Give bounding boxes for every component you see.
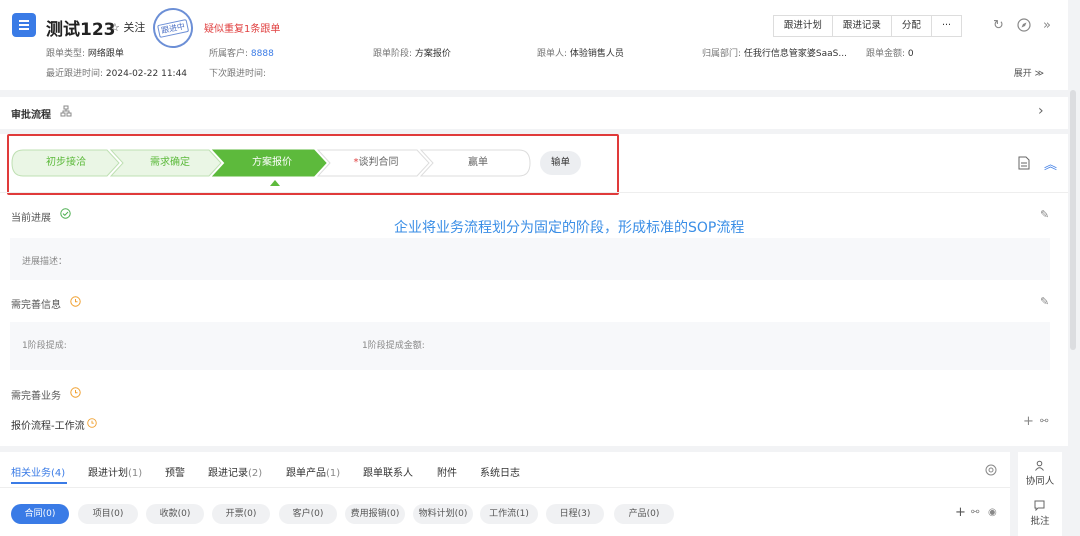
meta-stage: 跟单阶段: 方案报价 <box>373 49 451 59</box>
scrollbar[interactable] <box>1070 90 1076 350</box>
customer-link[interactable]: 8888 <box>251 49 274 59</box>
tab-related-business[interactable]: 相关业务(4) <box>11 464 65 479</box>
divider <box>0 487 1010 488</box>
approval-section[interactable]: 审批流程 › <box>0 97 1068 129</box>
divider <box>0 192 1068 193</box>
meta-amount: 跟单金额: 0 <box>866 49 914 59</box>
refresh-icon[interactable]: ↻ <box>993 18 1004 33</box>
compass-icon[interactable] <box>1017 18 1031 36</box>
stage-negotiation[interactable]: *谈判合同 <box>326 149 426 177</box>
meta-type: 跟单类型: 网络跟单 <box>46 49 124 59</box>
approval-title: 审批流程 <box>11 110 51 121</box>
header-button-group: 跟进计划 跟进记录 分配 ··· <box>772 15 962 37</box>
meta-last-followup: 最近跟进时间: 2024-02-22 11:44 <box>46 69 188 79</box>
info-box: 1阶段提成: 1阶段提成金额: <box>10 322 1050 370</box>
more-button[interactable]: ··· <box>931 15 962 37</box>
workflow-item[interactable]: 报价流程-工作流 <box>11 417 85 432</box>
collapse-up-icon[interactable]: ︽ <box>1044 154 1057 173</box>
pill-schedule[interactable]: 日程(3) <box>546 504 604 524</box>
link-icon[interactable]: ⚯ <box>971 507 979 518</box>
side-panel: 协同人 批注 <box>1018 452 1062 536</box>
clock-icon <box>87 418 97 431</box>
chevron-right-icon[interactable]: › <box>1038 103 1044 119</box>
tab-warning[interactable]: 预警 <box>165 464 185 479</box>
meta-customer: 所属客户: 8888 <box>209 49 274 59</box>
pill-contract[interactable]: 合同(0) <box>11 504 69 524</box>
edit-info-icon[interactable]: ✎ <box>1040 295 1049 308</box>
user-icon <box>1034 460 1045 474</box>
status-stamp: 跟进中 <box>149 4 197 52</box>
annotate-button[interactable]: 批注 <box>1022 513 1058 527</box>
meta-next-followup: 下次跟进时间: <box>209 69 267 79</box>
settings-icon[interactable] <box>985 464 997 479</box>
progress-title: 当前进展 <box>11 213 51 224</box>
pill-project[interactable]: 项目(0) <box>78 504 138 524</box>
related-tabs-card: 相关业务(4) 跟进计划(1) 预警 跟进记录(2) 跟单产品(1) 跟单联系人… <box>0 452 1010 536</box>
clock-icon <box>70 296 81 310</box>
header: 测试123 ☆ 关注 跟进中 疑似重复1条跟单 跟单类型: 网络跟单 所属客户:… <box>0 0 1068 90</box>
assign-button[interactable]: 分配 <box>891 15 932 37</box>
duplicate-warning-link[interactable]: 疑似重复1条跟单 <box>204 20 280 35</box>
stage-won[interactable]: 赢单 <box>428 149 528 177</box>
collapse-right-icon[interactable]: » <box>1043 18 1051 33</box>
pill-invoice[interactable]: 开票(0) <box>212 504 270 524</box>
current-stage-indicator <box>270 180 280 186</box>
tab-products[interactable]: 跟单产品(1) <box>286 464 340 479</box>
expand-button[interactable]: 展开 ≫ <box>1014 66 1044 79</box>
document-icon <box>12 13 36 37</box>
add-icon[interactable]: + <box>955 505 966 520</box>
progress-box: 进展描述： <box>10 238 1050 280</box>
tab-contacts[interactable]: 跟单联系人 <box>363 464 413 479</box>
meta-dept: 归属部门: 任我行信息管家婆SaaS... <box>702 49 847 59</box>
clock-icon <box>70 387 81 401</box>
collaborator-button[interactable]: 协同人 <box>1022 473 1058 487</box>
tab-system-log[interactable]: 系统日志 <box>480 464 520 479</box>
field-stage-commission-amount: 1阶段提成金额: <box>362 341 425 351</box>
pill-expense[interactable]: 费用报销(0) <box>345 504 405 524</box>
tab-attachments[interactable]: 附件 <box>437 464 457 479</box>
lose-deal-button[interactable]: 输单 <box>540 151 581 175</box>
file-icon[interactable] <box>1018 156 1030 173</box>
tab-followup-plan[interactable]: 跟进计划(1) <box>88 464 142 479</box>
followup-plan-button[interactable]: 跟进计划 <box>772 15 833 37</box>
org-chart-icon <box>60 105 72 120</box>
pill-material-plan[interactable]: 物料计划(0) <box>413 504 473 524</box>
annotation-text: 企业将业务流程划分为固定的阶段，形成标准的SOP流程 <box>394 220 745 236</box>
pill-product[interactable]: 产品(0) <box>614 504 674 524</box>
stage-initial-contact[interactable]: 初步接洽 <box>16 149 116 177</box>
progress-desc-label: 进展描述： <box>22 257 68 267</box>
field-stage-commission: 1阶段提成: <box>22 341 67 351</box>
pill-workflow[interactable]: 工作流(1) <box>480 504 538 524</box>
comment-icon <box>1034 500 1045 514</box>
info-title: 需完善信息 <box>11 300 61 311</box>
check-circle-icon <box>60 208 71 222</box>
tab-followup-record[interactable]: 跟进记录(2) <box>208 464 262 479</box>
active-tab-underline <box>11 482 67 484</box>
followup-record-button[interactable]: 跟进记录 <box>832 15 892 37</box>
stage-requirement[interactable]: 需求确定 <box>120 149 220 177</box>
meta-owner: 跟单人: 体验销售人员 <box>537 49 624 59</box>
stages-card: 初步接洽 需求确定 方案报价 *谈判合同 赢单 输单 ︽ 企业将业务流程划分为固… <box>0 134 1068 446</box>
stage-proposal-quote[interactable]: 方案报价 <box>222 149 322 177</box>
add-icon[interactable]: + <box>1023 414 1034 429</box>
edit-progress-icon[interactable]: ✎ <box>1040 208 1049 221</box>
pill-receipt[interactable]: 收款(0) <box>146 504 204 524</box>
business-title: 需完善业务 <box>11 391 61 402</box>
follow-button[interactable]: ☆ 关注 <box>110 19 145 35</box>
pill-customer[interactable]: 客户(0) <box>279 504 337 524</box>
page-title: 测试123 <box>46 20 116 40</box>
link-icon[interactable]: ⚯ <box>1040 416 1048 427</box>
target-icon[interactable]: ◉ <box>988 507 997 518</box>
